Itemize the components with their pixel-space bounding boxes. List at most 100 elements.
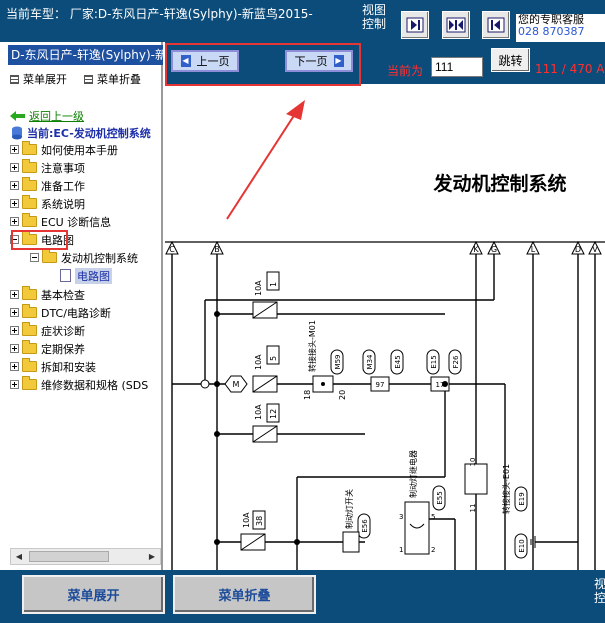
nav-tree: 返回上一级 当前:EC-发动机控制系统 如何使用本手册 注意事项 准备工作 系统… — [0, 106, 161, 526]
tree-item[interactable]: ECU 诊断信息 — [10, 213, 111, 230]
collapse-icon[interactable] — [30, 253, 39, 262]
joint-connector-e01: 转接接头-E01 — [501, 464, 511, 514]
folder-icon — [22, 159, 37, 173]
folder-icon — [22, 286, 37, 300]
svg-text:5: 5 — [269, 356, 278, 361]
svg-text:L: L — [531, 245, 536, 254]
svg-text:D: D — [575, 245, 581, 254]
tree-item[interactable]: 准备工作 — [10, 177, 85, 194]
sidebar-title: D-东风日产-轩逸(Sylphy)-新 — [8, 45, 163, 65]
sidebar-collapse-button[interactable]: 菜单折叠 — [84, 71, 141, 87]
sidebar: D-东风日产-轩逸(Sylphy)-新 菜单展开 菜单折叠 返回上一级 当前:E… — [0, 42, 163, 570]
tree-item[interactable]: 拆卸和安装 — [10, 358, 96, 375]
tree-back-link[interactable]: 返回上一级 — [10, 107, 84, 124]
sidebar-expand-button[interactable]: 菜单展开 — [10, 71, 67, 87]
fuse: 10A 12 — [252, 403, 280, 443]
bottom-bar: 菜单展开 菜单折叠 视控 — [0, 570, 605, 623]
expand-icon[interactable] — [10, 290, 19, 299]
view-control-label: 视图控制 — [362, 3, 387, 31]
expand-icon[interactable] — [10, 199, 19, 208]
folder-icon — [42, 249, 57, 263]
expand-icon[interactable] — [10, 181, 19, 190]
svg-text:G: G — [491, 245, 497, 254]
svg-text:E10: E10 — [518, 539, 526, 552]
svg-text:转接接头-M01: 转接接头-M01 — [307, 320, 317, 372]
svg-text:12: 12 — [269, 409, 278, 419]
expand-icon[interactable] — [10, 380, 19, 389]
svg-text:E19: E19 — [518, 492, 526, 505]
back-arrow-icon — [10, 110, 25, 121]
svg-text:10: 10 — [469, 458, 477, 467]
svg-text:3: 3 — [399, 513, 403, 521]
expand-icon[interactable] — [10, 362, 19, 371]
back-link-label: 返回上一级 — [29, 109, 84, 123]
svg-text:1: 1 — [399, 546, 403, 554]
tree-item-engine-control[interactable]: 发动机控制系统 — [30, 249, 138, 266]
folder-icon — [22, 322, 37, 336]
svg-text:C: C — [169, 245, 175, 254]
database-icon — [12, 126, 22, 139]
sidebar-expand-label: 菜单展开 — [23, 73, 67, 86]
svg-text:M34: M34 — [366, 354, 374, 369]
expand-icon[interactable] — [10, 344, 19, 353]
jump-button[interactable]: 跳转 — [491, 48, 530, 72]
document-viewer: ◀ 上一页 下一页 ▶ 当前为 跳转 111 / 470 A 发动机控制系统 C… — [165, 42, 605, 570]
expand-icon[interactable] — [10, 163, 19, 172]
svg-text:E15: E15 — [430, 355, 438, 368]
contact-box: 您的专职客服 028 870387 — [516, 14, 605, 42]
tree-item[interactable]: DTC/电路诊断 — [10, 304, 111, 321]
expand-icon[interactable] — [10, 326, 19, 335]
tree-item[interactable]: 症状诊断 — [10, 322, 85, 339]
arrow-bar-right-icon — [406, 17, 424, 33]
diagram-title: 发动机控制系统 — [432, 172, 566, 195]
expand-right-button[interactable] — [401, 11, 429, 39]
tree-item[interactable]: 维修数据和规格 (SDS — [10, 376, 148, 393]
tree-item[interactable]: 如何使用本手册 — [10, 141, 118, 158]
scrollbar-thumb[interactable] — [29, 551, 109, 562]
svg-text:2: 2 — [431, 546, 435, 554]
svg-text:V: V — [592, 245, 598, 254]
menu-icon — [84, 74, 93, 84]
split-view-button[interactable] — [442, 11, 470, 39]
tree-item[interactable]: 定期保养 — [10, 340, 85, 357]
svg-text:E56: E56 — [361, 519, 369, 533]
folder-icon — [22, 340, 37, 354]
svg-text:M59: M59 — [334, 355, 342, 370]
connector-terminals: C B K G L D V — [165, 240, 602, 255]
expand-icon[interactable] — [10, 217, 19, 226]
menu-expand-button[interactable]: 菜单展开 — [22, 575, 165, 614]
svg-text:38: 38 — [255, 516, 264, 526]
svg-text:10A: 10A — [254, 280, 263, 296]
tree-item-selected[interactable]: 电路图 — [60, 267, 112, 284]
annotation-highlight — [11, 230, 68, 250]
svg-text:97: 97 — [376, 381, 385, 389]
folder-icon — [22, 358, 37, 372]
expand-icon[interactable] — [10, 145, 19, 154]
menu-collapse-button[interactable]: 菜单折叠 — [173, 575, 316, 614]
svg-text:10A: 10A — [254, 354, 263, 370]
vehicle-title: 当前车型： 厂家:D-东风日产-轩逸(Sylphy)-新蓝鸟2015- — [6, 7, 313, 21]
svg-text:5: 5 — [431, 513, 435, 521]
svg-text:E45: E45 — [394, 355, 402, 368]
scroll-right-icon[interactable]: ▶ — [145, 550, 159, 563]
svg-text:制动灯继电器: 制动灯继电器 — [408, 450, 418, 498]
scroll-left-icon[interactable]: ◀ — [12, 550, 26, 563]
expand-icon[interactable] — [10, 308, 19, 317]
arrow-bar-left-icon — [487, 17, 505, 33]
svg-text:B: B — [214, 245, 220, 254]
wiring-diagram: 发动机控制系统 C B K G L D V 10A 1 10A 5 10A 12… — [165, 100, 605, 570]
svg-text:10A: 10A — [242, 512, 251, 528]
tree-item[interactable]: 基本检查 — [10, 286, 85, 303]
svg-text:20: 20 — [338, 390, 347, 400]
fuse: 10A 38 — [240, 510, 266, 551]
page-number-input[interactable] — [431, 57, 483, 77]
brake-relay: 制动灯继电器 3 5 1 2 — [399, 450, 435, 555]
tree-item[interactable]: 注意事项 — [10, 159, 85, 176]
document-icon — [60, 269, 71, 282]
expand-left-button[interactable] — [482, 11, 510, 39]
horizontal-scrollbar[interactable]: ◀ ▶ — [10, 548, 161, 565]
fuse: 10A 1 — [252, 271, 280, 319]
fuse: 10A 5 — [252, 345, 280, 393]
tree-item[interactable]: 系统说明 — [10, 195, 85, 212]
brake-switch: 制动灯开关 — [342, 489, 360, 553]
